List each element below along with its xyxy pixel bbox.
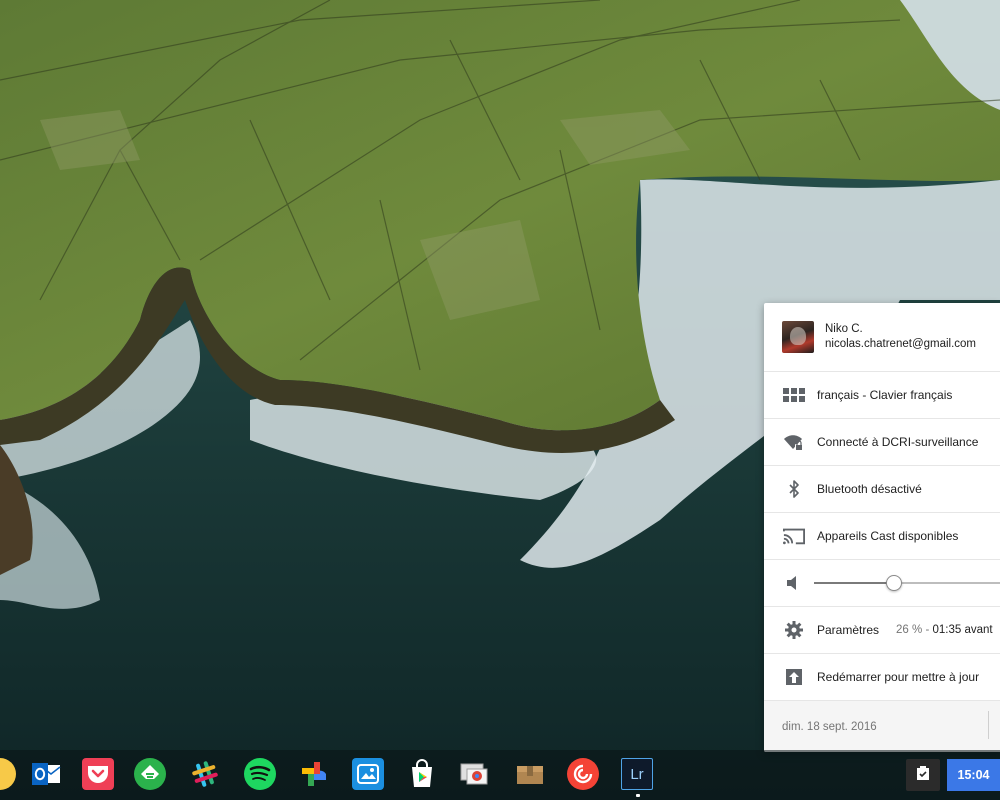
gear-icon xyxy=(783,619,805,641)
shelf-app-archive[interactable] xyxy=(514,758,546,790)
user-email: nicolas.chatrenet@gmail.com xyxy=(825,338,977,350)
archive-icon xyxy=(515,762,545,786)
settings-label: Paramètres xyxy=(817,623,880,637)
google-photos-icon xyxy=(300,760,328,788)
clipboard-check-icon xyxy=(915,765,931,786)
update-icon xyxy=(783,666,805,688)
status-pod[interactable] xyxy=(906,759,940,791)
system-tray-menu: Niko C. nicolas.chatrenet@gmail.com fran… xyxy=(764,303,1000,752)
volume-icon[interactable] xyxy=(783,572,804,594)
avatar xyxy=(782,321,814,353)
volume-thumb[interactable] xyxy=(885,575,902,591)
outlook-icon xyxy=(30,758,62,790)
battery-percent: 26 % xyxy=(896,624,923,636)
cast-item[interactable]: Appareils Cast disponibles xyxy=(764,513,1000,560)
volume-item xyxy=(764,560,1000,607)
cast-icon xyxy=(783,525,805,547)
shelf-app-lightroom[interactable]: Lr xyxy=(621,758,653,797)
shelf-app-slack[interactable] xyxy=(189,758,221,790)
restart-label: Redémarrer pour mettre à jour xyxy=(817,670,980,684)
slack-icon xyxy=(190,759,220,789)
spotify-icon xyxy=(249,765,271,783)
wifi-lock-icon xyxy=(783,431,805,453)
lightroom-icon: Lr xyxy=(630,765,644,783)
network-item[interactable]: Connecté à DCRI-surveillance xyxy=(764,419,1000,466)
footer-divider xyxy=(988,711,989,739)
clock[interactable]: 15:04 xyxy=(947,759,1000,791)
feedly-icon xyxy=(140,764,160,784)
volume-slider[interactable] xyxy=(813,573,1000,593)
settings-item[interactable]: Paramètres 26 % - 01:35 avant xyxy=(764,607,1000,654)
date-label[interactable]: dim. 18 sept. 2016 xyxy=(782,721,877,733)
running-indicator xyxy=(636,794,640,797)
image-app-icon xyxy=(356,763,380,785)
battery-status: 26 % - 01:35 avant xyxy=(896,624,993,636)
shelf-app-feedly[interactable] xyxy=(134,758,166,790)
shelf-app-play-store[interactable] xyxy=(406,758,438,790)
chrome-remote-icon xyxy=(459,760,489,788)
pocket-casts-icon xyxy=(573,764,593,784)
bluetooth-label: Bluetooth désactivé xyxy=(817,482,922,496)
network-label: Connecté à DCRI-surveillance xyxy=(817,435,979,449)
shelf-app-image[interactable] xyxy=(352,758,384,790)
shelf-app-pocket-casts[interactable] xyxy=(567,758,599,790)
shelf-app-outlook[interactable] xyxy=(30,758,62,790)
user-name: Niko C. xyxy=(825,323,863,335)
play-store-icon xyxy=(408,759,436,789)
cast-label: Appareils Cast disponibles xyxy=(817,529,959,543)
bluetooth-item[interactable]: Bluetooth désactivé xyxy=(764,466,1000,513)
shelf-app-google-photos[interactable] xyxy=(298,758,330,790)
keyboard-icon xyxy=(783,384,805,406)
shelf-app-pocket[interactable] xyxy=(82,758,114,790)
keyboard-layout-label: français - Clavier français xyxy=(817,388,953,402)
keyboard-layout-item[interactable]: français - Clavier français xyxy=(764,372,1000,419)
shelf-app-chrome-remote[interactable] xyxy=(458,758,490,790)
tray-footer: dim. 18 sept. 2016 xyxy=(764,701,1000,752)
battery-time-left: 01:35 avant xyxy=(932,624,993,636)
user-card[interactable]: Niko C. nicolas.chatrenet@gmail.com xyxy=(764,303,1000,372)
restart-update-item[interactable]: Redémarrer pour mettre à jour xyxy=(764,654,1000,701)
bluetooth-icon xyxy=(783,478,805,500)
volume-fill xyxy=(813,582,894,584)
pocket-icon xyxy=(87,764,109,784)
battery-sep: - xyxy=(922,624,933,636)
shelf-app-spotify[interactable] xyxy=(244,758,276,790)
